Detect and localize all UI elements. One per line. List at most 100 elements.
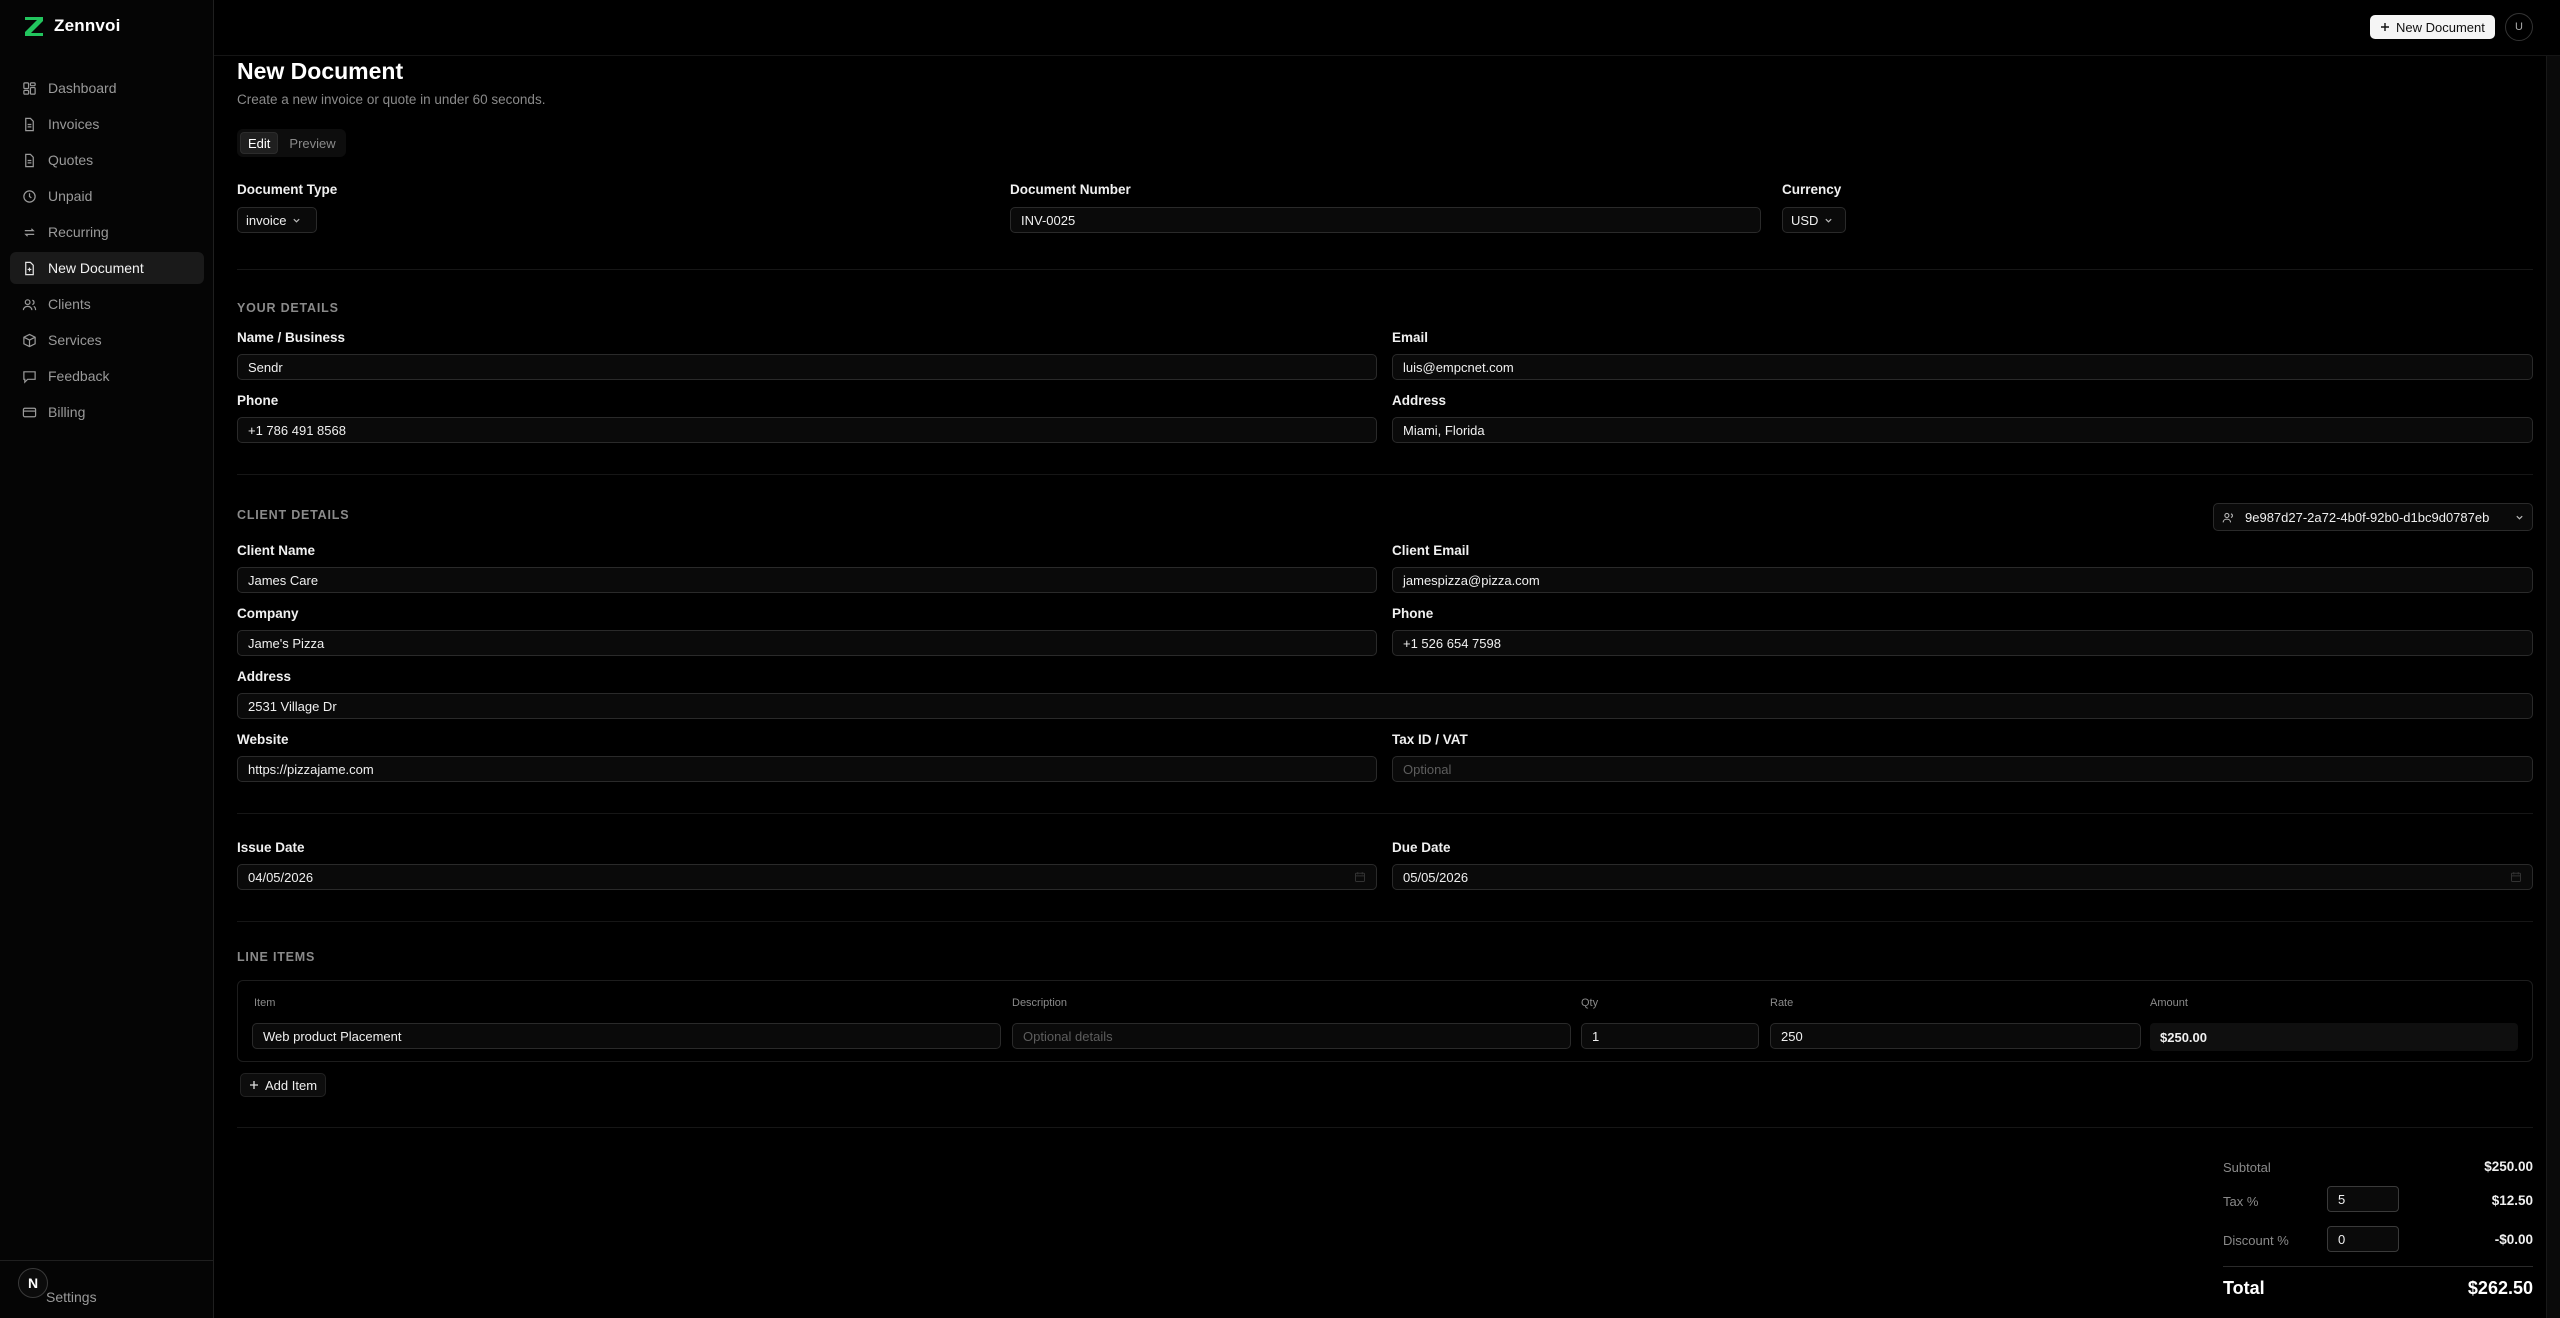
- credit-card-icon: [22, 407, 37, 417]
- client-selector-value: 9e987d27-2a72-4b0f-92b0-d1bc9d0787eb: [2245, 509, 2490, 525]
- sidebar-item-label: New Document: [48, 260, 144, 276]
- discount-label: Discount %: [2223, 1233, 2289, 1248]
- clock-icon: [23, 189, 36, 203]
- your-details-title: YOUR DETAILS: [237, 301, 339, 315]
- new-document-label: New Document: [2396, 19, 2485, 35]
- new-document-button[interactable]: New Document: [2370, 15, 2495, 39]
- divider: [237, 1127, 2533, 1128]
- currency-label: Currency: [1782, 182, 1842, 197]
- scrollbar[interactable]: [2546, 56, 2560, 1318]
- total-value: $262.50: [2467, 1278, 2533, 1298]
- client-phone-label: Phone: [1392, 606, 1434, 621]
- sidebar-item-label: Quotes: [48, 152, 94, 168]
- description-input[interactable]: Optional details: [1012, 1023, 1571, 1049]
- tab-edit[interactable]: Edit: [240, 132, 279, 154]
- sidebar-item-invoices[interactable]: Invoices: [10, 108, 204, 140]
- sidebar-item-label: Invoices: [48, 116, 100, 132]
- avatar[interactable]: U: [2505, 13, 2533, 41]
- sidebar-item-unpaid[interactable]: Unpaid: [10, 180, 204, 212]
- subtotal-value: $250.00: [2484, 1159, 2533, 1174]
- page-subtitle: Create a new invoice or quote in under 6…: [237, 92, 546, 107]
- tax-id-input[interactable]: Optional: [1392, 756, 2533, 782]
- sidebar-item-label: Services: [48, 332, 102, 348]
- website-label: Website: [237, 732, 289, 747]
- sidebar-item-clients[interactable]: Clients: [10, 288, 204, 320]
- mode-tabs: Edit Preview: [237, 129, 346, 157]
- dashboard-icon: [23, 81, 36, 95]
- phone-label: Phone: [237, 393, 279, 408]
- sidebar-item-quotes[interactable]: Quotes: [10, 144, 204, 176]
- chevron-down-icon: [293, 218, 301, 223]
- email-label: Email: [1392, 330, 1429, 345]
- divider: [237, 474, 2533, 475]
- due-date-label: Due Date: [1392, 840, 1451, 855]
- sidebar-item-new-document[interactable]: New Document: [10, 252, 204, 284]
- document-type-select[interactable]: invoice: [237, 207, 317, 233]
- chevron-down-icon: [1825, 218, 1833, 223]
- client-email-input[interactable]: jamespizza@pizza.com: [1392, 567, 2533, 593]
- item-header: Item: [254, 997, 276, 1009]
- sidebar: Zennvoi Dashboard Invoices Quotes Unpaid…: [0, 0, 214, 1318]
- n-badge-icon[interactable]: N: [18, 1268, 48, 1298]
- line-items-title: LINE ITEMS: [237, 950, 316, 964]
- document-number-label: Document Number: [1010, 182, 1131, 197]
- plus-icon: [250, 1081, 258, 1089]
- subtotal-label: Subtotal: [2223, 1160, 2271, 1175]
- message-icon: [23, 370, 36, 384]
- website-input[interactable]: https://pizzajame.com: [237, 756, 1377, 782]
- sidebar-item-recurring[interactable]: Recurring: [10, 216, 204, 248]
- add-item-button[interactable]: Add Item: [240, 1073, 327, 1097]
- sidebar-item-services[interactable]: Services: [10, 324, 204, 356]
- address-input[interactable]: Miami, Florida: [1392, 417, 2533, 443]
- sidebar-item-dashboard[interactable]: Dashboard: [10, 72, 204, 104]
- due-date-input[interactable]: 05/05/2026: [1392, 864, 2533, 890]
- sidebar-item-billing[interactable]: Billing: [10, 396, 204, 428]
- sidebar-nav: Dashboard Invoices Quotes Unpaid Recurri…: [10, 72, 204, 432]
- calendar-icon[interactable]: [2510, 871, 2522, 883]
- currency-select[interactable]: USD: [1782, 207, 1846, 233]
- users-icon: [22, 298, 37, 310]
- tax-label: Tax %: [2223, 1194, 2259, 1209]
- discount-percent-input[interactable]: 0: [2327, 1226, 2399, 1252]
- description-header: Description: [1012, 997, 1068, 1009]
- document-number-input[interactable]: INV-0025: [1010, 207, 1761, 233]
- settings-link[interactable]: Settings: [46, 1289, 97, 1305]
- chevron-down-icon: [2516, 515, 2523, 520]
- name-input[interactable]: Sendr: [237, 354, 1377, 380]
- company-input[interactable]: Jame's Pizza: [237, 630, 1377, 656]
- rate-header: Rate: [1770, 997, 1794, 1009]
- package-icon: [23, 333, 36, 347]
- issue-date-input[interactable]: 04/05/2026: [237, 864, 1377, 890]
- client-phone-input[interactable]: +1 526 654 7598: [1392, 630, 2533, 656]
- client-email-label: Client Email: [1392, 543, 1470, 558]
- file-icon: [25, 153, 34, 167]
- company-label: Company: [237, 606, 299, 621]
- discount-value: -$0.00: [2494, 1232, 2533, 1247]
- client-name-input[interactable]: James Care: [237, 567, 1377, 593]
- client-address-input[interactable]: 2531 Village Dr: [237, 693, 2533, 719]
- client-selector[interactable]: 9e987d27-2a72-4b0f-92b0-d1bc9d0787eb: [2213, 503, 2533, 531]
- tax-percent-input[interactable]: 5: [2327, 1186, 2399, 1212]
- file-icon: [25, 117, 34, 131]
- line-items-table: Item Description Qty Rate Amount Web pro…: [237, 980, 2533, 1062]
- item-input[interactable]: Web product Placement: [252, 1023, 1001, 1049]
- top-bar: [214, 0, 2560, 56]
- qty-input[interactable]: 1: [1581, 1023, 1759, 1049]
- phone-input[interactable]: +1 786 491 8568: [237, 417, 1377, 443]
- sidebar-item-label: Recurring: [48, 224, 109, 240]
- tax-id-label: Tax ID / VAT: [1392, 732, 1468, 747]
- brand-name: Zennvoi: [54, 16, 121, 35]
- brand[interactable]: Zennvoi: [22, 14, 121, 38]
- sidebar-item-label: Dashboard: [48, 80, 117, 96]
- sidebar-item-feedback[interactable]: Feedback: [10, 360, 204, 392]
- totals-divider: [2223, 1266, 2533, 1267]
- tab-preview[interactable]: Preview: [282, 132, 342, 154]
- user-icon: [2222, 512, 2233, 522]
- email-input[interactable]: luis@empcnet.com: [1392, 354, 2533, 380]
- rate-input[interactable]: 250: [1770, 1023, 2141, 1049]
- qty-header: Qty: [1581, 997, 1599, 1009]
- zennvoi-logo-icon: [25, 17, 43, 36]
- calendar-icon[interactable]: [1354, 871, 1366, 883]
- amount-header: Amount: [2150, 997, 2188, 1009]
- issue-date-label: Issue Date: [237, 840, 305, 855]
